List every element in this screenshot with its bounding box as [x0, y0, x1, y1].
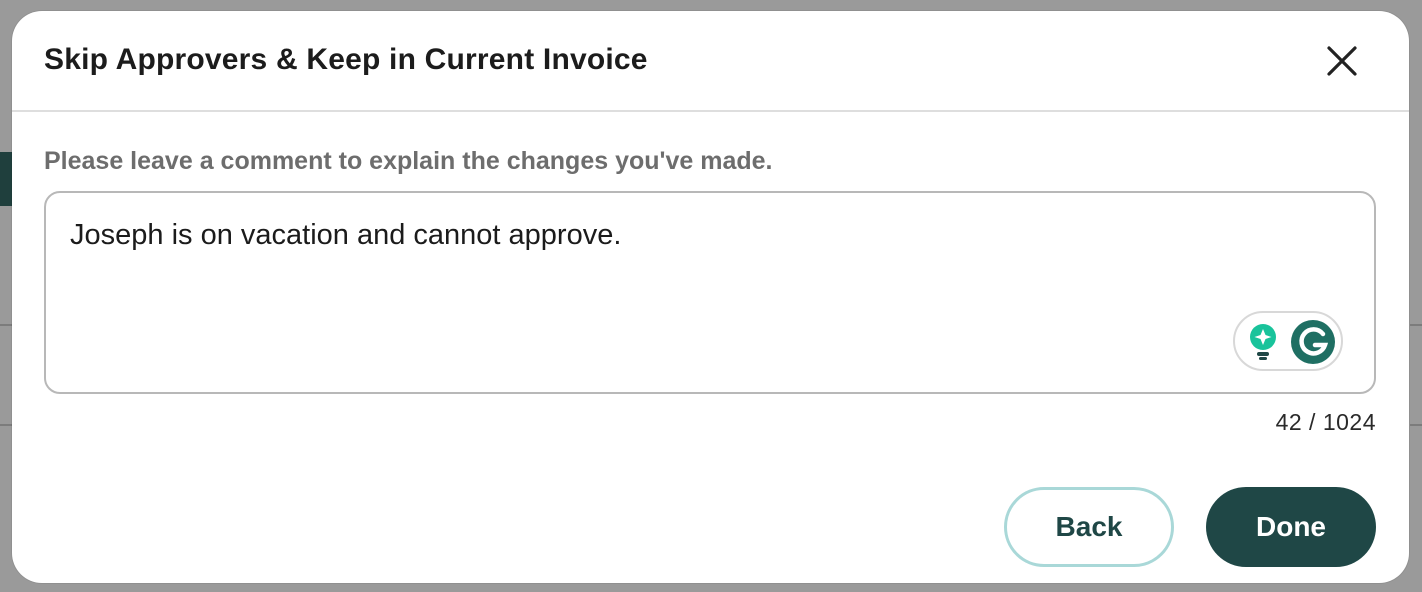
comment-prompt: Please leave a comment to explain the ch… — [44, 147, 773, 175]
lightbulb-icon[interactable] — [1245, 322, 1281, 362]
background-divider — [0, 324, 12, 326]
background-divider — [1410, 424, 1422, 426]
dialog-title: Skip Approvers & Keep in Current Invoice — [44, 43, 648, 76]
done-button[interactable]: Done — [1206, 487, 1376, 567]
grammarly-icon[interactable] — [1290, 319, 1336, 365]
comment-textarea[interactable]: Joseph is on vacation and cannot approve… — [44, 191, 1376, 394]
comment-text[interactable]: Joseph is on vacation and cannot approve… — [70, 219, 621, 252]
close-icon[interactable] — [1326, 45, 1358, 77]
background-divider — [1410, 324, 1422, 326]
skip-approvers-dialog: Skip Approvers & Keep in Current Invoice… — [12, 11, 1409, 583]
back-button[interactable]: Back — [1004, 487, 1174, 567]
character-counter: 42 / 1024 — [1275, 409, 1376, 435]
background-divider — [0, 424, 12, 426]
background-header-bar — [0, 152, 12, 206]
close-button[interactable] — [1322, 41, 1362, 81]
dialog-header: Skip Approvers & Keep in Current Invoice — [12, 11, 1409, 112]
grammarly-widget[interactable] — [1233, 311, 1343, 371]
